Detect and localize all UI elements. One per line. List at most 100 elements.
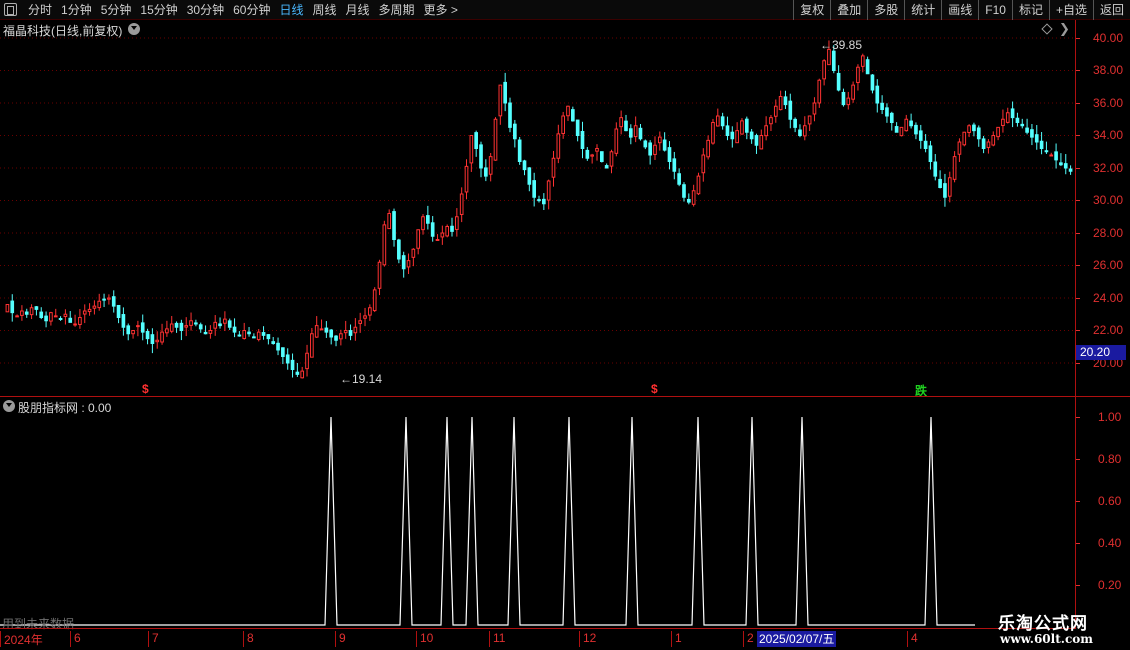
period-tab[interactable]: 日线 — [279, 0, 303, 20]
candle-body — [875, 85, 880, 104]
toolbar-button[interactable]: F10 — [978, 0, 1012, 20]
candle-body — [957, 141, 962, 155]
down-candle — [537, 195, 541, 203]
down-candle — [401, 251, 406, 278]
down-candle — [140, 314, 145, 341]
up-candle — [29, 304, 34, 320]
period-tab[interactable]: 分时 — [28, 0, 52, 20]
candle-body — [256, 331, 261, 341]
candle-body — [136, 325, 140, 328]
down-candle — [889, 111, 894, 131]
down-candle — [271, 337, 276, 345]
watermark-url: www.60lt.com — [1000, 632, 1093, 646]
candle-body — [107, 297, 111, 300]
down-candle — [1030, 123, 1034, 146]
candle-body — [914, 124, 918, 135]
down-candle — [880, 95, 884, 115]
candle-body — [334, 335, 338, 341]
candle-body — [759, 135, 764, 150]
period-tab[interactable]: 5分钟 — [101, 0, 132, 20]
down-candle — [943, 173, 947, 207]
up-candle — [551, 150, 556, 187]
period-tab[interactable]: 30分钟 — [187, 0, 224, 20]
down-candle — [426, 205, 430, 230]
up-candle — [372, 287, 377, 313]
up-candle — [986, 139, 991, 154]
candle-body — [686, 198, 691, 203]
candle-body — [923, 140, 928, 150]
toolbar-button[interactable]: 多股 — [867, 0, 904, 20]
period-tab[interactable]: 1分钟 — [61, 0, 92, 20]
chevron-down-icon[interactable] — [3, 400, 15, 412]
candle-body — [440, 232, 445, 238]
up-candle — [87, 303, 92, 316]
up-candle — [53, 308, 58, 318]
candlestick-chart[interactable] — [0, 20, 1075, 396]
chevron-right-icon[interactable]: ❯ — [1059, 21, 1070, 37]
candle-body — [754, 135, 759, 146]
toolbar-button[interactable]: 画线 — [941, 0, 978, 20]
toolbar-button[interactable]: 叠加 — [830, 0, 867, 20]
period-tab[interactable]: 多周期 — [379, 0, 415, 20]
candle-body — [725, 125, 730, 136]
menu-icon[interactable] — [4, 3, 17, 16]
chevron-down-icon[interactable] — [128, 23, 140, 35]
candle-body — [628, 128, 633, 138]
period-tab[interactable]: 15分钟 — [140, 0, 177, 20]
indicator-pane[interactable]: 股朋指标网 : 0.00 用到未来数据 1.00 0.80 0.60 0.40 … — [0, 396, 1130, 631]
candle-body — [996, 126, 1000, 138]
high-price-value: 39.85 — [832, 38, 863, 52]
candle-body — [672, 158, 677, 172]
candle-body — [609, 151, 614, 167]
candle-body — [730, 131, 735, 140]
toolbar-button[interactable]: 返回 — [1092, 0, 1130, 20]
up-candle — [769, 115, 773, 132]
candle-body — [841, 91, 846, 106]
up-candle — [256, 328, 261, 342]
down-candle — [503, 72, 508, 112]
candle-body — [126, 325, 131, 335]
candle-body — [517, 139, 522, 162]
toolbar-button[interactable]: 统计 — [904, 0, 941, 20]
candle-body — [556, 133, 561, 159]
period-tab[interactable]: 60分钟 — [233, 0, 270, 20]
candle-body — [150, 334, 155, 345]
candle-body — [1059, 162, 1063, 166]
down-candle — [397, 238, 401, 264]
candle-body — [82, 310, 87, 315]
down-candle — [686, 193, 691, 205]
candle-body — [1001, 118, 1005, 127]
down-candle — [836, 65, 841, 92]
down-candle — [34, 306, 39, 316]
period-tab[interactable]: 更多 > — [424, 0, 458, 20]
candle-body — [783, 96, 788, 106]
candle-body — [1054, 151, 1058, 161]
down-candle — [662, 132, 667, 152]
up-candle — [904, 114, 909, 132]
candle-body — [570, 109, 575, 122]
up-candle — [82, 304, 87, 324]
down-candle — [194, 319, 198, 327]
toolbar-button[interactable]: 复权 — [793, 0, 830, 20]
up-candle — [991, 131, 996, 147]
price-chart-pane[interactable]: 福晶科技(日线,前复权) ❯ ←39.85 ←19.14 $ $ 跌 40.00… — [0, 20, 1130, 398]
candle-body — [798, 129, 802, 136]
toolbar-button[interactable]: +自选 — [1048, 0, 1093, 20]
period-tab[interactable]: 周线 — [312, 0, 336, 20]
up-candle — [339, 329, 343, 346]
down-candle — [604, 163, 609, 169]
indicator-chart[interactable] — [0, 397, 1075, 629]
down-candle — [24, 308, 29, 318]
period-tab[interactable]: 月线 — [346, 0, 370, 20]
up-candle — [160, 323, 164, 345]
candle-body — [1005, 112, 1010, 123]
down-candle — [885, 103, 889, 123]
up-candle — [169, 316, 174, 334]
toolbar-button[interactable]: 标记 — [1011, 0, 1049, 20]
candle-body — [290, 359, 295, 370]
candle-body — [353, 326, 358, 334]
candle-body — [339, 333, 343, 340]
up-candle — [155, 331, 160, 349]
candle-body — [836, 72, 841, 91]
candle-body — [682, 184, 686, 198]
